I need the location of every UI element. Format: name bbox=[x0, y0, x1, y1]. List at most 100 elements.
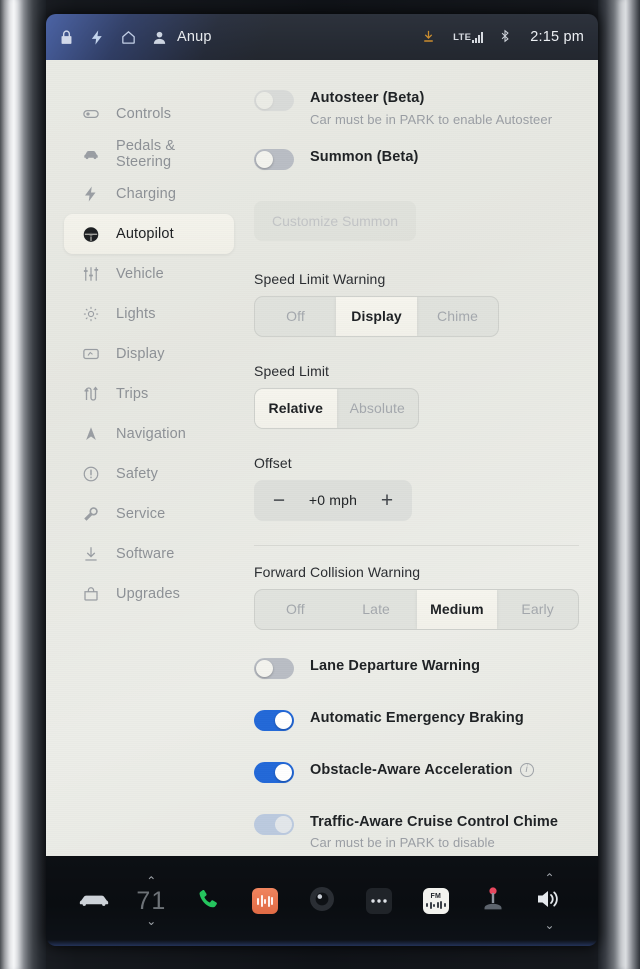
offset-section: Offset − +0 mph + bbox=[254, 455, 579, 521]
offset-value: +0 mph bbox=[308, 492, 358, 509]
sidebar-item-label: Controls bbox=[116, 106, 172, 122]
sidebar-item-service[interactable]: Service bbox=[64, 494, 234, 534]
sidebar-item-label: Charging bbox=[116, 186, 177, 202]
seg-option-relative[interactable]: Relative bbox=[255, 388, 337, 428]
sidebar-item-upgrades[interactable]: Upgrades bbox=[64, 574, 234, 614]
section-divider bbox=[254, 544, 579, 546]
summon-toggle[interactable] bbox=[254, 148, 294, 170]
home-icon[interactable] bbox=[120, 29, 137, 46]
offset-title: Offset bbox=[254, 454, 292, 471]
automatic-emergency-braking-row[interactable]: Automatic Emergency Braking bbox=[254, 708, 579, 740]
signal-bars-icon bbox=[472, 31, 484, 43]
lane-departure-warning-label: Lane Departure Warning bbox=[310, 657, 481, 674]
sidebar-item-charging[interactable]: Charging bbox=[64, 174, 234, 214]
sidebar-item-label: Trips bbox=[116, 386, 149, 402]
traffic-aware-cruise-control-chime-row[interactable]: Traffic-Aware Cruise Control Chime Car m… bbox=[254, 812, 579, 851]
profile-name[interactable]: Anup bbox=[177, 29, 212, 45]
dock-phone-button[interactable] bbox=[180, 856, 237, 946]
dock-temperature-control[interactable]: ⌃ 71 ⌄ bbox=[123, 856, 180, 946]
sidebar-item-label: Autopilot bbox=[116, 226, 174, 242]
traffic-aware-cruise-control-chime-toggle[interactable] bbox=[254, 813, 294, 835]
sidebar-item-autopilot[interactable]: Autopilot bbox=[64, 214, 234, 254]
seg-option-early[interactable]: Early bbox=[497, 590, 578, 629]
obstacle-aware-acceleration-toggle[interactable] bbox=[254, 761, 294, 783]
sidebar-item-controls[interactable]: Controls bbox=[64, 94, 234, 134]
lane-departure-warning-toggle[interactable] bbox=[254, 657, 294, 679]
traffic-aware-cruise-control-chime-sublabel: Car must be in PARK to disable bbox=[310, 835, 495, 851]
seg-option-absolute[interactable]: Absolute bbox=[337, 389, 419, 428]
navigation-arrow-icon bbox=[82, 425, 100, 443]
sidebar-item-software[interactable]: Software bbox=[64, 534, 234, 574]
info-icon[interactable]: i bbox=[519, 763, 534, 778]
sidebar-item-safety[interactable]: Safety bbox=[64, 454, 234, 494]
customize-summon-button[interactable]: Customize Summon bbox=[254, 200, 416, 241]
autopilot-settings-content: Autosteer (Beta) Car must be in PARK to … bbox=[246, 60, 598, 856]
seg-option-medium[interactable]: Medium bbox=[416, 589, 498, 629]
steering-wheel-icon bbox=[82, 225, 100, 243]
dock-more-button[interactable] bbox=[350, 856, 407, 946]
seg-option-display[interactable]: Display bbox=[336, 296, 417, 336]
dock-arcade-button[interactable] bbox=[464, 856, 521, 946]
seg-option-off[interactable]: Off bbox=[255, 590, 336, 629]
profile-icon[interactable] bbox=[151, 29, 168, 46]
dock-audio-button[interactable] bbox=[237, 856, 294, 946]
speed-limit-section: Speed Limit Relative Absolute bbox=[254, 363, 579, 429]
seg-option-late[interactable]: Late bbox=[336, 590, 417, 629]
sidebar-item-pedals-steering[interactable]: Pedals & Steering bbox=[64, 134, 234, 174]
sidebar-item-display[interactable]: Display bbox=[64, 334, 234, 374]
dock-car-button[interactable] bbox=[66, 856, 123, 946]
sidebar-item-trips[interactable]: Trips bbox=[64, 374, 234, 414]
sun-icon bbox=[82, 305, 100, 323]
summon-label: Summon (Beta) bbox=[310, 148, 419, 165]
chevron-up-icon[interactable]: ⌃ bbox=[146, 875, 156, 887]
clock: 2:15 pm bbox=[530, 29, 584, 45]
cellular-signal-indicator: LTE bbox=[453, 31, 484, 43]
fm-label: FM bbox=[430, 893, 442, 900]
dock-dashcam-button[interactable] bbox=[294, 856, 351, 946]
forward-collision-warning-section: Forward Collision Warning Off Late Mediu… bbox=[254, 564, 579, 630]
lock-icon[interactable] bbox=[58, 29, 75, 46]
automatic-emergency-braking-toggle[interactable] bbox=[254, 709, 294, 731]
chevron-down-icon[interactable]: ⌄ bbox=[545, 919, 555, 931]
sidebar-item-navigation[interactable]: Navigation bbox=[64, 414, 234, 454]
speed-limit-warning-title: Speed Limit Warning bbox=[254, 270, 386, 287]
lane-departure-warning-row[interactable]: Lane Departure Warning bbox=[254, 656, 579, 688]
seg-option-chime[interactable]: Chime bbox=[417, 297, 498, 336]
wrench-icon bbox=[82, 505, 100, 523]
dock-volume-control[interactable]: ⌃ ⌄ bbox=[521, 856, 578, 946]
autosteer-toggle[interactable] bbox=[254, 90, 294, 111]
obstacle-aware-acceleration-row[interactable]: Obstacle-Aware Acceleration i bbox=[254, 760, 579, 792]
temperature-value: 71 bbox=[136, 886, 167, 915]
charging-bolt-icon[interactable] bbox=[89, 29, 106, 46]
sidebar-item-lights[interactable]: Lights bbox=[64, 294, 234, 334]
tesla-touchscreen: Anup LTE 2:15 pm Controls Pedals & Steer… bbox=[46, 14, 598, 946]
offset-decrease-button[interactable]: − bbox=[258, 480, 300, 521]
chevron-down-icon[interactable]: ⌄ bbox=[146, 915, 156, 927]
offset-increase-button[interactable]: + bbox=[366, 480, 408, 521]
summon-row[interactable]: Summon (Beta) bbox=[254, 147, 579, 179]
speed-limit-warning-segmented-control[interactable]: Off Display Chime bbox=[254, 295, 499, 337]
forward-collision-warning-segmented-control[interactable]: Off Late Medium Early bbox=[254, 588, 579, 630]
speed-limit-warning-section: Speed Limit Warning Off Display Chime bbox=[254, 271, 579, 337]
sliders-icon bbox=[82, 265, 100, 283]
offset-stepper[interactable]: − +0 mph + bbox=[254, 479, 412, 521]
autosteer-row[interactable]: Autosteer (Beta) Car must be in PARK to … bbox=[254, 88, 579, 127]
speed-limit-segmented-control[interactable]: Relative Absolute bbox=[254, 387, 419, 429]
sidebar-item-vehicle[interactable]: Vehicle bbox=[64, 254, 234, 294]
chrome-trim-left bbox=[0, 0, 46, 969]
car-icon bbox=[79, 890, 109, 913]
autosteer-label: Autosteer (Beta) bbox=[310, 90, 425, 106]
forward-collision-warning-title: Forward Collision Warning bbox=[254, 563, 421, 580]
download-icon[interactable] bbox=[421, 29, 438, 46]
seg-option-off[interactable]: Off bbox=[255, 297, 336, 336]
dock-fm-radio-button[interactable]: FM bbox=[407, 856, 464, 946]
alert-circle-icon bbox=[82, 465, 100, 483]
automatic-emergency-braking-label: Automatic Emergency Braking bbox=[310, 709, 524, 726]
phone-icon bbox=[196, 887, 220, 916]
route-icon bbox=[82, 385, 100, 403]
bag-icon bbox=[82, 585, 100, 603]
chrome-trim-right bbox=[598, 0, 640, 969]
network-type-label: LTE bbox=[453, 31, 472, 43]
chevron-up-icon[interactable]: ⌃ bbox=[545, 872, 555, 884]
bluetooth-icon[interactable] bbox=[498, 29, 515, 46]
